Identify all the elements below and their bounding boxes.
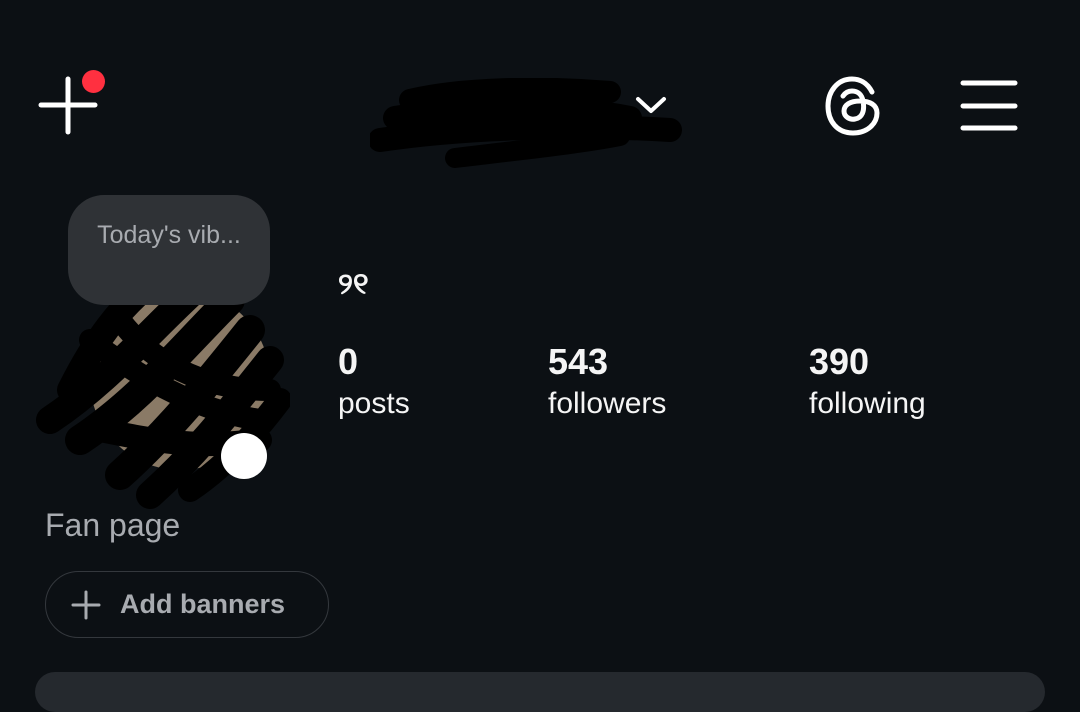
followers-stat[interactable]: 543 followers <box>548 340 666 424</box>
threads-button[interactable] <box>822 74 884 138</box>
threads-icon <box>825 76 880 136</box>
following-label: following <box>809 387 926 420</box>
following-count: 390 <box>809 341 870 382</box>
hamburger-menu-icon <box>960 80 1018 131</box>
menu-button[interactable] <box>958 78 1020 134</box>
posts-label: posts <box>338 387 410 420</box>
content-card <box>35 672 1045 712</box>
posts-count: 0 <box>338 341 359 382</box>
profile-category: Fan page <box>45 507 181 543</box>
add-banners-button[interactable]: Add banners <box>45 571 329 638</box>
plus-icon <box>71 590 101 619</box>
posts-stat[interactable]: 0 posts <box>338 340 410 424</box>
chevron-down-icon[interactable] <box>632 90 672 120</box>
profile-note-text: Today's vib... <box>97 221 241 249</box>
following-stat[interactable]: 390 following <box>809 340 926 424</box>
followers-label: followers <box>548 387 667 420</box>
add-banners-label: Add banners <box>120 589 286 619</box>
profile-note[interactable]: Today's vib... <box>68 195 270 305</box>
notification-dot <box>82 70 105 93</box>
followers-count: 543 <box>548 341 609 382</box>
add-story-button[interactable] <box>221 433 267 479</box>
display-name: ୨୧ <box>338 268 369 301</box>
